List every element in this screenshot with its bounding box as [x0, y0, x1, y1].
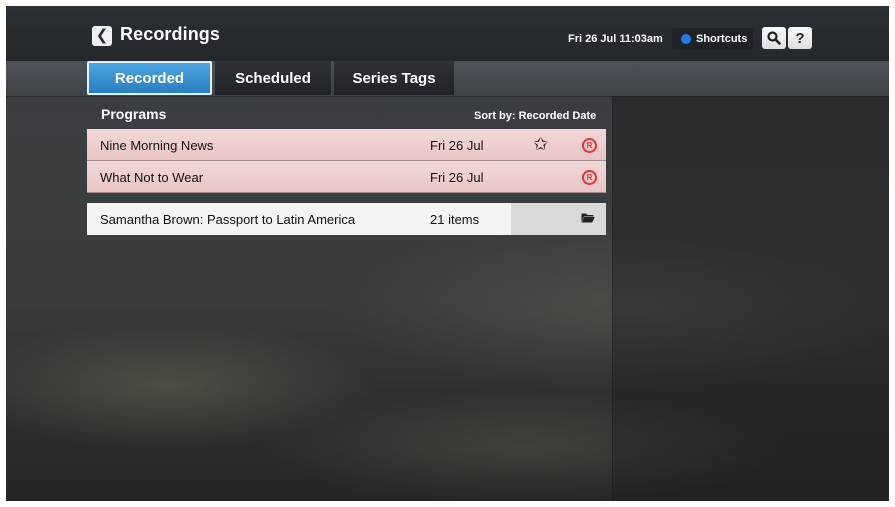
- tab-label: Recorded: [114, 69, 185, 87]
- list-item[interactable]: What Not to Wear Fri 26 Jul R: [87, 161, 606, 193]
- program-date: Fri 26 Jul: [430, 138, 484, 153]
- program-title: What Not to Wear: [100, 170, 204, 185]
- program-title: Samantha Brown: Passport to Latin Americ…: [100, 212, 356, 227]
- tv-screen: ❮ Recordings Fri 26 Jul 11:03am Shortcut…: [6, 6, 889, 501]
- program-date: Fri 26 Jul: [430, 170, 484, 185]
- list-heading: Programs: [101, 106, 167, 122]
- detail-pane: [613, 96, 889, 501]
- sort-button[interactable]: Sort by: Recorded Date: [474, 110, 596, 122]
- page-title: Recordings: [120, 24, 221, 44]
- star-icon: ✩: [533, 134, 549, 154]
- record-icon: R: [582, 170, 597, 185]
- tab-recorded[interactable]: Recorded: [87, 61, 212, 95]
- item-count: 21 items: [430, 212, 480, 227]
- record-icon: R: [582, 138, 597, 153]
- help-icon: ?: [795, 29, 805, 47]
- search-button[interactable]: [762, 27, 786, 49]
- folder-icon: [581, 213, 595, 223]
- chevron-left-icon: ❮: [95, 27, 109, 44]
- list-item[interactable]: Samantha Brown: Passport to Latin Americ…: [87, 203, 606, 235]
- tab-series-tags[interactable]: Series Tags: [334, 61, 454, 95]
- tab-label: Scheduled: [235, 69, 311, 87]
- back-button[interactable]: ❮: [92, 26, 112, 46]
- search-icon: [767, 31, 781, 45]
- pane-divider: [612, 96, 613, 501]
- shortcuts-button[interactable]: Shortcuts: [672, 28, 753, 50]
- tab-label: Series Tags: [352, 69, 436, 87]
- program-title: Nine Morning News: [100, 138, 214, 153]
- clock: Fri 26 Jul 11:03am: [568, 33, 663, 45]
- shortcuts-label: Shortcuts: [696, 33, 748, 45]
- list-item[interactable]: Nine Morning News Fri 26 Jul ✩ R: [87, 129, 606, 161]
- blue-dot-icon: [681, 34, 691, 44]
- tab-scheduled[interactable]: Scheduled: [215, 61, 331, 95]
- help-button[interactable]: ?: [788, 27, 812, 49]
